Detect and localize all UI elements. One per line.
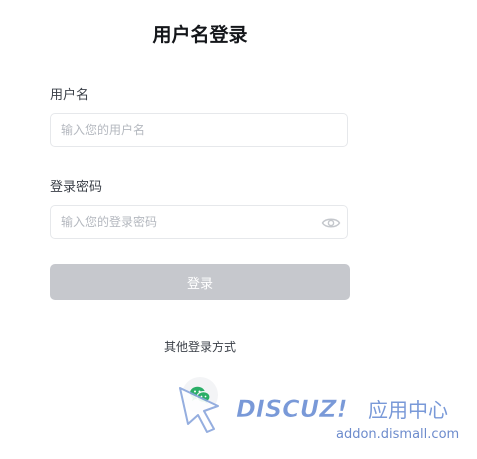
cursor-icon — [179, 387, 219, 433]
password-input[interactable] — [51, 206, 347, 238]
watermark-url: addon.dismall.com — [336, 427, 459, 442]
watermark-subtitle: 应用中心 — [368, 398, 448, 422]
username-label: 用户名 — [50, 88, 90, 103]
login-page: 用户名登录 用户名 登录密码 登录 其他登录方式 — [0, 0, 477, 459]
discuz-watermark: DISCUZ! 应用中心 addon.dismall.com — [178, 384, 468, 454]
login-button[interactable]: 登录 — [50, 264, 350, 300]
watermark-brand: DISCUZ! — [236, 395, 348, 423]
page-title: 用户名登录 — [152, 24, 248, 46]
password-label: 登录密码 — [50, 180, 103, 195]
password-field-container — [50, 205, 348, 239]
username-field-container — [50, 113, 348, 147]
username-input[interactable] — [51, 114, 347, 146]
other-login-methods-label: 其他登录方式 — [163, 340, 236, 354]
eye-icon[interactable] — [321, 214, 341, 232]
